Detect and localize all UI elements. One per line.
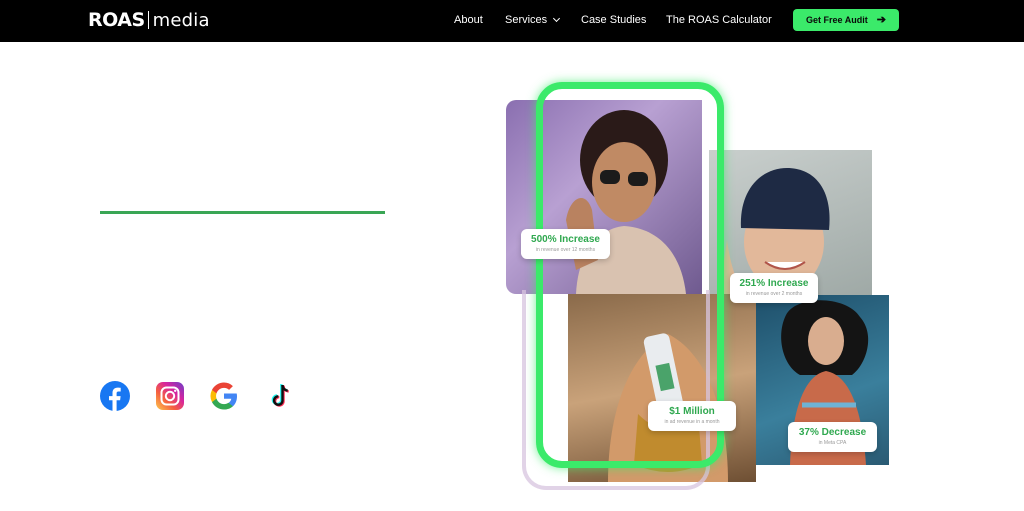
tiktok-icon[interactable]	[265, 381, 295, 411]
nav-case-studies-link[interactable]: Case Studies	[581, 13, 646, 27]
stat-card: 251% Increase in revenue over 2 months	[730, 273, 818, 303]
cta-label: Get Free Audit	[806, 15, 868, 25]
get-free-audit-button[interactable]: Get Free Audit ➔	[793, 9, 899, 31]
logo-mark: ROAS	[88, 9, 145, 31]
stat-card: 500% Increase in revenue over 12 months	[521, 229, 610, 259]
nav-roas-calculator-link[interactable]: The ROAS Calculator	[666, 13, 772, 27]
logo-divider	[147, 11, 149, 29]
logo-wordmark: media	[152, 9, 210, 31]
arrow-right-icon: ➔	[876, 14, 886, 26]
stat-card: $1 Million in ad revenue in a month	[648, 401, 736, 431]
stat-note: in revenue over 12 months	[535, 247, 596, 253]
facebook-icon[interactable]	[100, 381, 130, 411]
nav-about-link[interactable]: About	[454, 13, 483, 27]
chevron-down-icon	[553, 14, 561, 23]
instagram-icon[interactable]	[155, 381, 185, 411]
stat-note: in ad revenue in a month	[664, 419, 720, 425]
stat-value: $1 Million	[669, 406, 715, 417]
stat-value: 37% Decrease	[798, 427, 867, 438]
nav-services-label: Services	[505, 14, 548, 26]
hero-divider	[100, 211, 385, 214]
top-navbar: ROAS media About Services Case Studies T…	[0, 0, 1024, 42]
google-icon[interactable]	[209, 381, 239, 411]
stat-note: in revenue over 2 months	[745, 291, 803, 297]
nav-services-link[interactable]: Services	[505, 13, 561, 27]
stat-value: 500% Increase	[531, 234, 600, 245]
stat-card: 37% Decrease in Meta CPA	[788, 422, 877, 452]
roas-media-logo[interactable]: ROAS media	[88, 9, 210, 31]
stat-note: in Meta CPA	[818, 440, 847, 446]
stat-value: 251% Increase	[739, 278, 809, 289]
